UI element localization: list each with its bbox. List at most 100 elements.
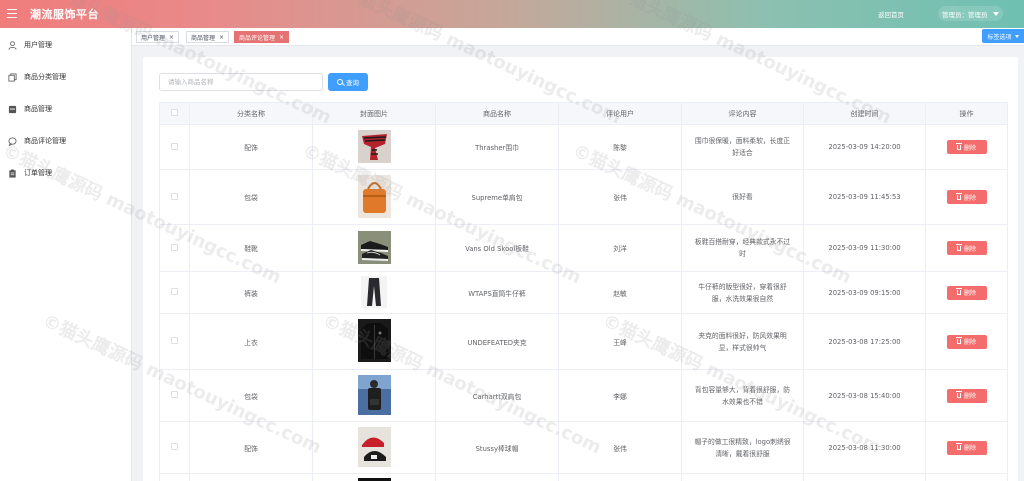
- product-name-cell: Supreme单肩包: [435, 169, 559, 225]
- admin-dropdown[interactable]: 管理员：管理员: [938, 6, 1003, 21]
- row-checkbox[interactable]: [171, 192, 178, 200]
- column-header: 评论内容: [681, 102, 804, 125]
- table-row: 包袋 Carhartt双肩包 李娜 背包容量够大，背着很舒服，防水效果也不错 2…: [159, 369, 1008, 422]
- select-all-checkbox[interactable]: [171, 109, 178, 116]
- tab-label: 用户管理: [141, 34, 166, 42]
- delete-button[interactable]: 删除: [946, 140, 987, 154]
- product-name-cell: Stussy棒球帽: [435, 421, 559, 474]
- comment-content-cell: 很好看: [732, 193, 753, 201]
- cover-image-jacket: [357, 319, 391, 362]
- comment-user-cell: 陈黎: [558, 124, 682, 170]
- copy-icon: [7, 72, 17, 82]
- home-link[interactable]: 返回首页: [878, 9, 904, 19]
- clipboard-icon: [7, 168, 17, 178]
- cover-image-shoes: [357, 230, 391, 264]
- caret-down-icon: [1014, 34, 1019, 38]
- comment-content-cell: 板鞋百搭耐穿，经典款式永不过时: [694, 238, 791, 258]
- delete-button[interactable]: 删除: [946, 440, 987, 455]
- column-header: 分类名称: [189, 102, 313, 125]
- comment-user-cell: 李娜: [558, 369, 682, 422]
- created-time-cell: 2025-03-08 11:30:00: [803, 421, 926, 474]
- sidebar-item-comments[interactable]: 商品评论管理: [0, 126, 131, 156]
- created-time-cell: 2025-03-09 11:30:00: [803, 224, 926, 272]
- sidebar-item-categories[interactable]: 商品分类管理: [0, 62, 131, 92]
- sidebar: 用户管理 商品分类管理 商品管理 商品评论管理 订单管理: [0, 28, 132, 481]
- column-header: 创建时间: [803, 102, 926, 125]
- goods-icon: [7, 104, 17, 114]
- delete-label: 删除: [963, 245, 976, 253]
- comment-content-cell: 围巾很保暖，面料柔软，长度正好适合: [694, 137, 791, 157]
- sidebar-item-label: 用户管理: [24, 41, 52, 49]
- close-icon[interactable]: ×: [169, 34, 174, 41]
- tab-options-label: 标签选项: [987, 33, 1012, 41]
- column-header: 评论用户: [558, 102, 682, 125]
- search-button[interactable]: 查询: [328, 73, 368, 91]
- row-checkbox[interactable]: [171, 443, 178, 450]
- row-checkbox[interactable]: [171, 142, 178, 150]
- tags-view-bar: 用户管理 × 商品管理 × 商品评论管理 ×: [132, 28, 1024, 46]
- tab-comments[interactable]: 商品评论管理 ×: [234, 31, 290, 43]
- select-all-cell: [159, 102, 190, 125]
- cover-image: [357, 477, 391, 481]
- trash-icon: [956, 142, 963, 150]
- product-name-cell: WTAPS直筒牛仔裤: [435, 271, 559, 314]
- category-cell: 上衣: [189, 313, 313, 370]
- sidebar-item-label: 商品分类管理: [24, 73, 66, 81]
- delete-label: 删除: [963, 290, 976, 297]
- caret-down-icon: [992, 11, 999, 16]
- comment-user-cell: 王峰: [558, 313, 682, 370]
- sidebar-item-users[interactable]: 用户管理: [0, 30, 131, 60]
- trash-icon: [956, 391, 963, 398]
- table-header-row: 分类名称 封面图片 商品名称 评论用户 评论内容 创建时间 操作: [159, 102, 1008, 125]
- sidebar-item-label: 订单管理: [24, 169, 52, 177]
- close-icon[interactable]: ×: [219, 34, 224, 41]
- search-button-label: 查询: [346, 79, 359, 87]
- row-checkbox[interactable]: [171, 243, 178, 251]
- category-cell: 包袋: [189, 169, 313, 225]
- trash-icon: [956, 443, 963, 450]
- sidebar-item-orders[interactable]: 订单管理: [0, 158, 131, 188]
- comment-content-cell: 牛仔裤的版型很好，穿着很舒服，水洗效果很自然: [698, 282, 787, 303]
- sidebar-item-goods[interactable]: 商品管理: [0, 94, 131, 124]
- close-icon[interactable]: ×: [279, 34, 284, 41]
- comment-user-cell: 刘洋: [558, 224, 682, 272]
- trash-icon: [956, 288, 963, 295]
- delete-label: 删除: [963, 393, 976, 400]
- main-panel: 查询 分类名称 封面图片 商品名称 评论用户 评论内容 创建时间 操作 配饰: [143, 57, 1018, 481]
- trash-icon: [956, 337, 963, 344]
- category-cell: 配饰: [189, 421, 313, 474]
- category-cell: 包袋: [189, 369, 313, 422]
- delete-button[interactable]: 删除: [946, 285, 987, 300]
- search-icon: [337, 79, 343, 85]
- trash-icon: [956, 192, 963, 200]
- sidebar-item-label: 商品管理: [24, 105, 52, 113]
- delete-button[interactable]: 删除: [946, 388, 987, 403]
- comment-content-cell: 帽子的做工很精致，logo刺绣很清晰，戴着很舒服: [694, 437, 791, 458]
- search-input[interactable]: [159, 73, 323, 91]
- table-row: 配饰 Stussy棒球帽 张伟 帽子的做工很精致，logo刺绣很清晰，戴着很舒服…: [159, 421, 1008, 474]
- row-checkbox[interactable]: [171, 391, 178, 398]
- delete-label: 删除: [963, 144, 976, 152]
- tab-goods[interactable]: 商品管理 ×: [186, 31, 230, 43]
- row-checkbox[interactable]: [171, 288, 178, 295]
- product-name-cell: Vans Old Skool板鞋: [435, 224, 559, 272]
- delete-button[interactable]: 删除: [946, 241, 987, 255]
- menu-toggle-icon[interactable]: [7, 9, 21, 19]
- product-name-cell: Thrasher围巾: [435, 124, 559, 170]
- column-header: 操作: [925, 102, 1008, 125]
- row-checkbox[interactable]: [171, 337, 178, 344]
- delete-button[interactable]: 删除: [946, 190, 987, 204]
- trash-icon: [956, 243, 963, 251]
- product-name-cell: UNDEFEATED夹克: [435, 313, 559, 370]
- delete-label: 删除: [963, 339, 976, 346]
- tab-users[interactable]: 用户管理 ×: [136, 31, 180, 43]
- tab-options-button[interactable]: 标签选项: [982, 29, 1024, 43]
- tab-label: 商品评论管理: [239, 34, 276, 42]
- table-row: 鞋靴 Vans Old Skool板鞋 刘洋 板鞋百搭耐穿，经典款式永不过时 2…: [159, 224, 1008, 272]
- top-header: 潮流服饰平台 返回首页 管理员：管理员: [0, 0, 1024, 28]
- delete-label: 删除: [963, 194, 976, 202]
- comments-table: 分类名称 封面图片 商品名称 评论用户 评论内容 创建时间 操作 配饰 Thra…: [159, 102, 1008, 481]
- app-title: 潮流服饰平台: [30, 8, 99, 21]
- table-row: [159, 473, 1008, 481]
- delete-button[interactable]: 删除: [946, 334, 987, 349]
